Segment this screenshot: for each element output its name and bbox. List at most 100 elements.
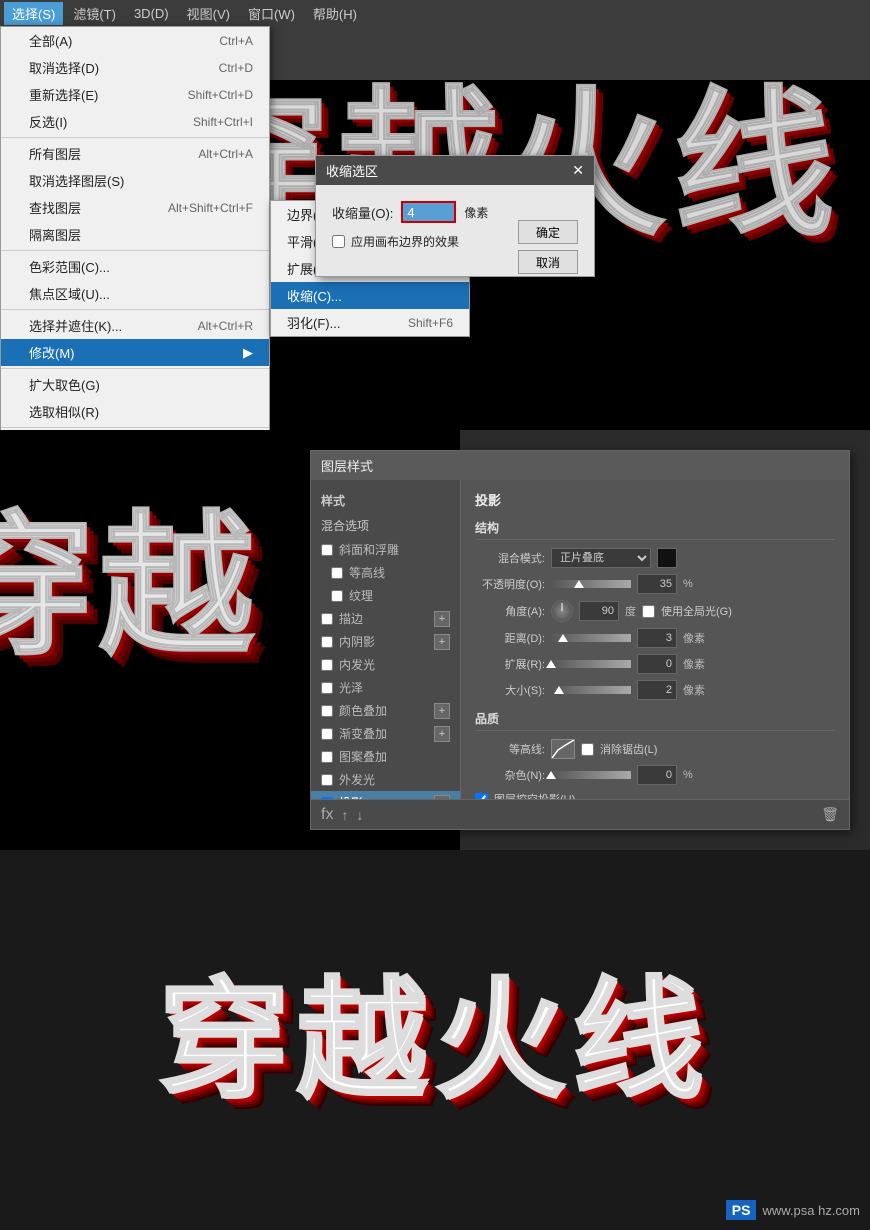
menu-item-find-layer[interactable]: 查找图层 Alt+Shift+Ctrl+F (1, 194, 269, 221)
submenu-item-contract[interactable]: 收缩(C)... (271, 282, 469, 309)
ls-fx-label[interactable]: fx (321, 806, 333, 824)
menu-window[interactable]: 窗口(W) (240, 2, 303, 25)
ls-structure-title: 结构 (475, 519, 835, 540)
watermark-site: www.psa hz.com (762, 1203, 860, 1218)
distance-input[interactable] (637, 628, 677, 648)
menu-item-grow[interactable]: 扩大取色(G) (1, 371, 269, 398)
ls-left-panel: 样式 混合选项 斜面和浮雕 等高线 纹理 描边 + (311, 480, 461, 799)
size-slider[interactable] (551, 686, 631, 694)
ls-knockout-row: 图层挖空投影(U) (475, 791, 835, 799)
ls-item-contour[interactable]: 等高线 (311, 561, 460, 584)
ls-spread-row: 扩展(R): 像素 (475, 654, 835, 674)
anti-alias-checkbox[interactable] (581, 743, 594, 756)
menu-item-all-layers[interactable]: 所有图层 Alt+Ctrl+A (1, 140, 269, 167)
ls-item-outer-glow[interactable]: 外发光 (311, 768, 460, 791)
menu-filter[interactable]: 滤镜(T) (65, 2, 124, 25)
dialog-body: 收缩量(O): 像素 应用画布边界的效果 确定 取消 (316, 185, 594, 276)
final-text-container: 穿越火线 (159, 975, 711, 1105)
menu-view[interactable]: 视图(V) (179, 2, 238, 25)
ls-angle-row: 角度(A): 度 使用全局光(G) (475, 600, 835, 622)
noise-input[interactable] (637, 765, 677, 785)
select-dropdown: 全部(A) Ctrl+A 取消选择(D) Ctrl+D 重新选择(E) Shif… (0, 26, 270, 430)
ls-quality-title: 品质 (475, 710, 835, 731)
ls-drop-shadow-title: 投影 (475, 490, 835, 509)
ls-item-drop-shadow[interactable]: 投影 + (311, 791, 460, 799)
shadow-color-box[interactable] (657, 548, 677, 568)
global-light-checkbox[interactable] (642, 605, 655, 618)
menubar: 选择(S) 滤镜(T) 3D(D) 视图(V) 窗口(W) 帮助(H) (0, 0, 870, 26)
menu-item-all[interactable]: 全部(A) Ctrl+A (1, 27, 269, 54)
blend-mode-select[interactable]: 正片叠底 (551, 548, 651, 568)
ls-item-inner-glow[interactable]: 内发光 (311, 653, 460, 676)
angle-input[interactable] (579, 601, 619, 621)
menu-item-isolate-layer[interactable]: 隔离图层 (1, 221, 269, 248)
photoshop-middle-section: 穿越 图层样式 样式 混合选项 斜面和浮雕 等高线 纹理 (0, 430, 870, 850)
final-result-section: 穿越火线 PS www.psa hz.com (0, 850, 870, 1230)
submenu-item-feather[interactable]: 羽化(F)... Shift+F6 (271, 309, 469, 336)
menu-item-deselect-layers[interactable]: 取消选择图层(S) (1, 167, 269, 194)
ls-delete-btn[interactable]: 🗑 (821, 806, 839, 823)
ls-up-btn[interactable]: ↑ (341, 807, 348, 823)
opacity-input[interactable] (637, 574, 677, 594)
menu-help[interactable]: 帮助(H) (305, 2, 365, 25)
sep5 (1, 427, 269, 428)
dialog-amount-row: 收缩量(O): 像素 (332, 201, 504, 223)
dialog-ok-btn[interactable]: 确定 (518, 220, 578, 244)
ls-body: 样式 混合选项 斜面和浮雕 等高线 纹理 描边 + (311, 480, 849, 799)
watermark-ps-logo: PS (726, 1200, 757, 1220)
ls-item-gradient-overlay[interactable]: 渐变叠加 + (311, 722, 460, 745)
ls-item-satin[interactable]: 光泽 (311, 676, 460, 699)
spread-slider[interactable] (551, 660, 631, 668)
dialog-checkbox-row: 应用画布边界的效果 (332, 233, 504, 250)
menu-item-focus-area[interactable]: 焦点区域(U)... (1, 280, 269, 307)
layer-style-dialog: 图层样式 样式 混合选项 斜面和浮雕 等高线 纹理 (310, 450, 850, 830)
menu-select[interactable]: 选择(S) (4, 2, 63, 25)
distance-slider[interactable] (551, 634, 631, 642)
final-chinese-text: 穿越火线 (159, 975, 711, 1105)
dialog-titlebar: 收缩选区 ✕ (316, 156, 594, 185)
ls-bottom-bar: fx ↑ ↓ 🗑 (311, 799, 849, 829)
ls-distance-row: 距离(D): 像素 (475, 628, 835, 648)
menu-item-modify[interactable]: 修改(M) ▶ (1, 339, 269, 366)
sep1 (1, 137, 269, 138)
contract-amount-input[interactable] (401, 201, 456, 223)
ls-item-bevel[interactable]: 斜面和浮雕 (311, 538, 460, 561)
noise-slider[interactable] (551, 771, 631, 779)
ls-item-color-overlay[interactable]: 颜色叠加 + (311, 699, 460, 722)
dialog-cancel-btn[interactable]: 取消 (518, 250, 578, 274)
ls-item-texture[interactable]: 纹理 (311, 584, 460, 607)
menu-item-reselect[interactable]: 重新选择(E) Shift+Ctrl+D (1, 81, 269, 108)
ls-item-pattern-overlay[interactable]: 图案叠加 (311, 745, 460, 768)
sep2 (1, 250, 269, 251)
dialog-buttons: 确定 取消 (518, 220, 578, 274)
menu-item-deselect[interactable]: 取消选择(D) Ctrl+D (1, 54, 269, 81)
sep3 (1, 309, 269, 310)
ls-opacity-row: 不透明度(O): % (475, 574, 835, 594)
apply-canvas-checkbox[interactable] (332, 235, 345, 248)
angle-wheel[interactable] (551, 600, 573, 622)
ls-titlebar: 图层样式 (311, 451, 849, 480)
sep4 (1, 368, 269, 369)
ls-noise-row: 杂色(N): % (475, 765, 835, 785)
ls-blend-mode-row: 混合模式: 正片叠底 (475, 548, 835, 568)
photoshop-top-section: 穿越火线 选择(S) 滤镜(T) 3D(D) 视图(V) 窗口(W) 帮助(H)… (0, 0, 870, 430)
menu-item-select-mask[interactable]: 选择并遮住(K)... Alt+Ctrl+R (1, 312, 269, 339)
menu-item-inverse[interactable]: 反选(I) Shift+Ctrl+I (1, 108, 269, 135)
size-input[interactable] (637, 680, 677, 700)
ls-item-inner-shadow[interactable]: 内阴影 + (311, 630, 460, 653)
ls-right-panel: 投影 结构 混合模式: 正片叠底 不透明度(O): (461, 480, 849, 799)
menu-3d[interactable]: 3D(D) (126, 4, 177, 23)
contract-dialog: 收缩选区 ✕ 收缩量(O): 像素 应用画布边界的效果 确定 取消 (315, 155, 595, 277)
menu-item-similar[interactable]: 选取相似(R) (1, 398, 269, 425)
ls-style-label: 样式 (311, 488, 460, 513)
ls-blend-label[interactable]: 混合选项 (311, 513, 460, 538)
ls-item-stroke[interactable]: 描边 + (311, 607, 460, 630)
menu-item-color-range[interactable]: 色彩范围(C)... (1, 253, 269, 280)
contour-preview[interactable] (551, 739, 575, 759)
spread-input[interactable] (637, 654, 677, 674)
ls-size-row: 大小(S): 像素 (475, 680, 835, 700)
watermark: PS www.psa hz.com (726, 1200, 860, 1220)
dialog-close-btn[interactable]: ✕ (572, 162, 584, 179)
ls-down-btn[interactable]: ↓ (356, 807, 363, 823)
opacity-slider[interactable] (551, 580, 631, 588)
